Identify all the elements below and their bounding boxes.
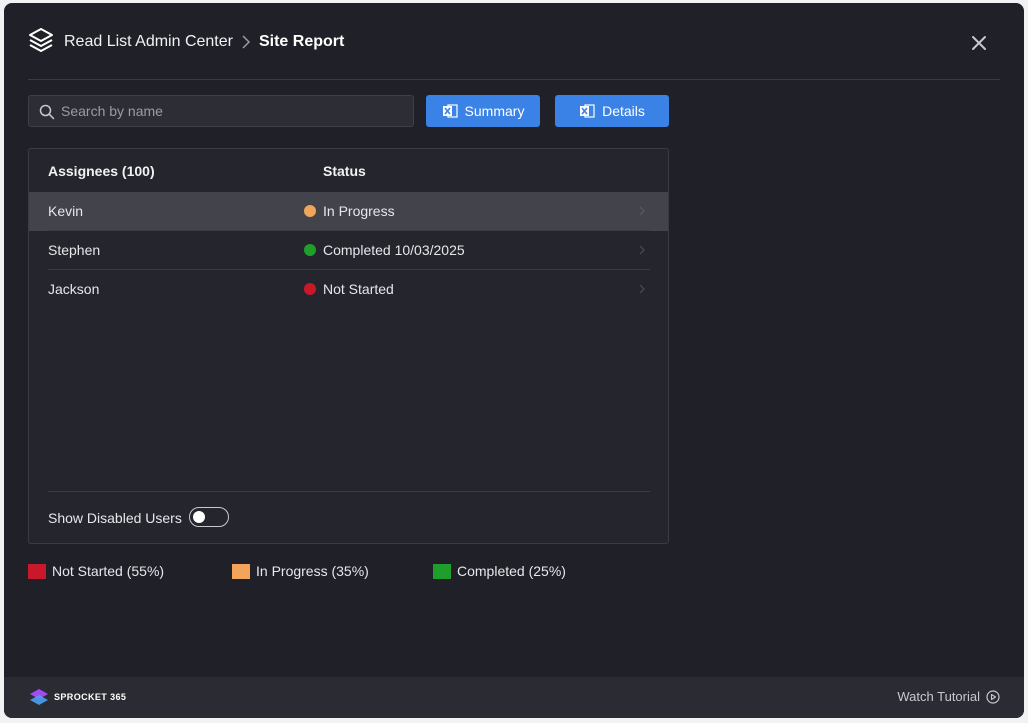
legend-item-not-started: Not Started (55%)	[28, 562, 164, 580]
close-icon[interactable]	[968, 32, 990, 54]
summary-button-label: Summary	[464, 103, 525, 119]
table-header: Assignees (100) Status	[29, 149, 668, 192]
status-text: Completed 10/03/2025	[323, 242, 465, 258]
breadcrumb: Read List Admin Center Site Report	[64, 32, 344, 52]
watch-tutorial-label: Watch Tutorial	[897, 689, 980, 704]
status-dot-in-progress	[304, 205, 316, 217]
table-row[interactable]: Kevin In Progress	[29, 192, 668, 231]
search-icon	[39, 104, 55, 120]
brand: SPROCKET 365	[28, 686, 126, 708]
details-button-label: Details	[602, 103, 645, 119]
brand-name: SPROCKET 365	[54, 692, 127, 702]
column-header-status: Status	[323, 163, 366, 179]
legend-swatch	[232, 563, 250, 579]
status-cell: Completed 10/03/2025	[304, 242, 465, 258]
assignee-name: Kevin	[48, 203, 84, 219]
table-footer: Show Disabled Users	[48, 491, 650, 543]
status-cell: In Progress	[304, 203, 395, 219]
chevron-right-icon	[242, 35, 251, 49]
report-window: Read List Admin Center Site Report Summa…	[4, 3, 1024, 718]
header: Read List Admin Center Site Report	[28, 3, 1000, 80]
status-dot-not-started	[304, 283, 316, 295]
toggle-knob	[193, 511, 205, 523]
show-disabled-toggle[interactable]	[189, 507, 229, 527]
legend-swatch	[28, 563, 46, 579]
assignee-name: Stephen	[48, 242, 101, 258]
status-cell: Not Started	[304, 281, 394, 297]
status-text: In Progress	[323, 203, 395, 219]
legend-label: In Progress (35%)	[256, 563, 369, 579]
legend-label: Not Started (55%)	[52, 563, 165, 579]
table-row[interactable]: Jackson Not Started	[29, 270, 668, 309]
search-input[interactable]	[59, 96, 399, 126]
layers-logo-icon	[29, 28, 53, 52]
chevron-right-icon	[639, 206, 645, 216]
watch-tutorial-link[interactable]: Watch Tutorial	[897, 689, 1000, 704]
legend-label: Completed (25%)	[457, 563, 566, 579]
search-box[interactable]	[28, 95, 414, 127]
status-text: Not Started	[323, 281, 394, 297]
chevron-right-icon	[639, 284, 645, 294]
legend-swatch	[433, 563, 451, 579]
summary-button[interactable]: Summary	[426, 95, 540, 127]
details-button[interactable]: Details	[555, 95, 669, 127]
assignees-table: Assignees (100) Status Kevin In Progress…	[28, 148, 669, 544]
sprocket-logo-icon	[30, 689, 48, 705]
legend-item-completed: Completed (25%)	[433, 562, 566, 580]
page-title: Site Report	[258, 33, 345, 50]
column-header-assignees: Assignees (100)	[48, 163, 155, 179]
excel-icon	[580, 104, 595, 118]
show-disabled-label: Show Disabled Users	[48, 510, 182, 526]
breadcrumb-app-title[interactable]: Read List Admin Center	[64, 32, 233, 52]
status-dot-completed	[304, 244, 316, 256]
legend-item-in-progress: In Progress (35%)	[232, 562, 369, 580]
footer-bar: SPROCKET 365 Watch Tutorial	[4, 677, 1024, 718]
excel-icon	[442, 104, 458, 118]
play-circle-icon	[986, 689, 1000, 704]
assignee-name: Jackson	[48, 281, 100, 297]
chevron-right-icon	[639, 245, 645, 255]
table-row[interactable]: Stephen Completed 10/03/2025	[29, 231, 668, 270]
